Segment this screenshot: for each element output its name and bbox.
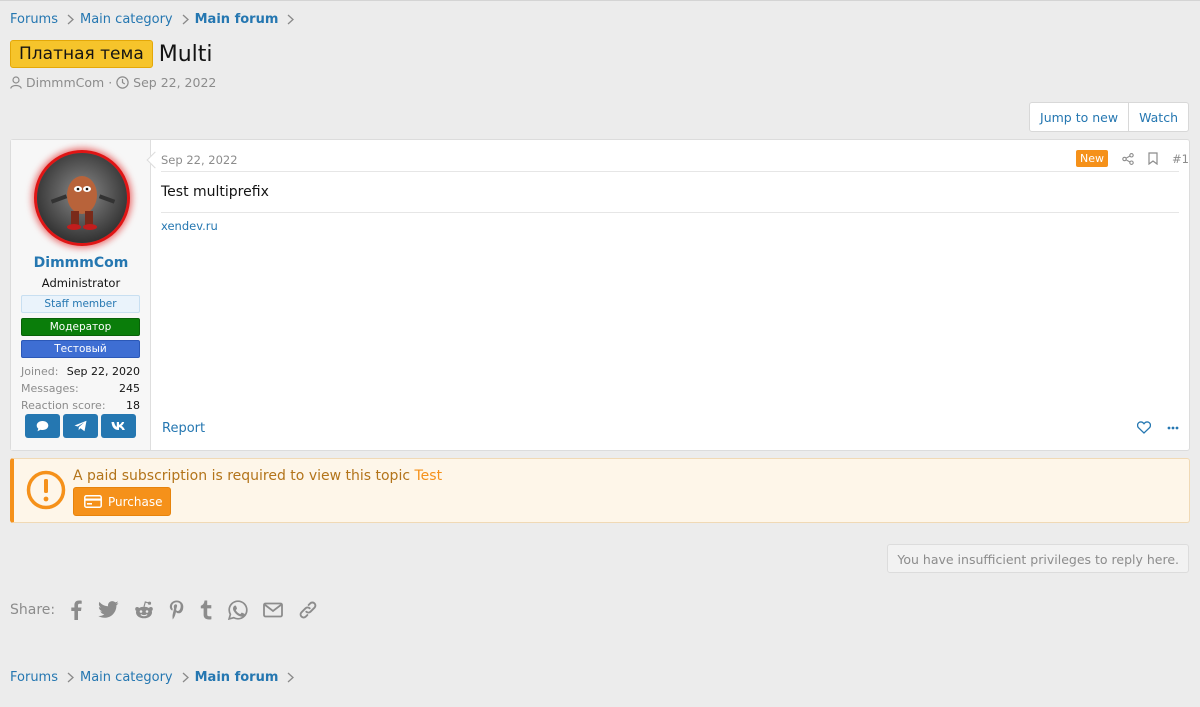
chevron-right-icon bbox=[287, 672, 295, 683]
telegram-button[interactable] bbox=[63, 414, 98, 438]
breadcrumb-main-category[interactable]: Main category bbox=[80, 12, 173, 27]
vk-icon bbox=[111, 421, 126, 431]
breadcrumb-main-category[interactable]: Main category bbox=[80, 670, 173, 685]
purchase-button[interactable]: Purchase bbox=[73, 487, 171, 516]
stat-joined: Joined: Sep 22, 2020 bbox=[21, 365, 140, 378]
clock-icon bbox=[116, 76, 133, 89]
breadcrumb-main-forum[interactable]: Main forum bbox=[195, 12, 279, 27]
new-badge: New bbox=[1076, 150, 1109, 167]
thread-title: Multi bbox=[158, 41, 213, 67]
post-footer-actions bbox=[1121, 421, 1179, 434]
notice-text: A paid subscription is required to view … bbox=[73, 468, 411, 484]
post-username[interactable]: DimmmCom bbox=[11, 255, 151, 271]
whatsapp-icon bbox=[228, 600, 248, 620]
breadcrumb: Forums Main category Main forum bbox=[10, 670, 300, 685]
stat-reaction-score: Reaction score: 18 bbox=[21, 399, 140, 412]
share-tumblr-button[interactable] bbox=[199, 600, 213, 620]
facebook-icon bbox=[69, 600, 83, 620]
stat-value: Sep 22, 2020 bbox=[66, 365, 140, 378]
vk-button[interactable] bbox=[101, 414, 136, 438]
chevron-right-icon bbox=[182, 14, 189, 25]
heart-icon bbox=[1137, 421, 1151, 434]
credit-card-icon bbox=[84, 495, 108, 508]
thread-meta: DimmmCom · Sep 22, 2022 bbox=[10, 75, 216, 90]
divider bbox=[161, 212, 1179, 213]
telegram-icon bbox=[74, 420, 87, 432]
bookmark-button[interactable] bbox=[1148, 152, 1158, 165]
breadcrumb-main-forum[interactable]: Main forum bbox=[195, 670, 279, 685]
bookmark-icon bbox=[1148, 152, 1158, 165]
top-border bbox=[0, 0, 1200, 1]
share-icon bbox=[1122, 152, 1134, 165]
pinterest-icon bbox=[169, 600, 184, 620]
report-link[interactable]: Report bbox=[162, 421, 205, 436]
notice-link[interactable]: Test bbox=[414, 468, 442, 484]
chevron-right-icon bbox=[182, 672, 189, 683]
post-header-actions: New #1 bbox=[1076, 150, 1189, 167]
chat-bubble-icon bbox=[36, 420, 49, 432]
staff-banner: Staff member bbox=[21, 295, 140, 313]
stat-value: 18 bbox=[126, 399, 140, 412]
link-icon bbox=[298, 600, 318, 620]
chevron-right-icon bbox=[67, 672, 74, 683]
share-whatsapp-button[interactable] bbox=[228, 600, 248, 620]
post-main: Sep 22, 2022 New #1 Test multiprefix xen… bbox=[161, 140, 1189, 450]
paid-subscription-notice: A paid subscription is required to view … bbox=[10, 458, 1190, 523]
test-banner: Тестовый bbox=[21, 340, 140, 358]
user-title: Administrator bbox=[41, 276, 121, 290]
share-facebook-button[interactable] bbox=[69, 600, 83, 620]
chevron-right-icon bbox=[287, 14, 295, 25]
tumblr-icon bbox=[199, 600, 213, 620]
breadcrumb-forums[interactable]: Forums bbox=[10, 670, 58, 685]
stat-label: Reaction score: bbox=[21, 399, 106, 412]
user-icon bbox=[10, 76, 26, 89]
breadcrumb-forums[interactable]: Forums bbox=[10, 12, 58, 27]
no-reply-message: You have insufficient privileges to repl… bbox=[887, 544, 1189, 573]
meta-separator: · bbox=[108, 75, 113, 90]
share-bar: Share: bbox=[10, 600, 333, 620]
share-label: Share: bbox=[10, 602, 56, 618]
reddit-icon bbox=[134, 601, 154, 619]
email-icon bbox=[263, 602, 284, 618]
thread-author-link[interactable]: DimmmCom bbox=[26, 75, 104, 90]
signature-link[interactable]: xendev.ru bbox=[161, 219, 218, 233]
stat-messages: Messages: 245 bbox=[21, 382, 140, 395]
avatar[interactable] bbox=[34, 150, 130, 246]
notice-message: A paid subscription is required to view … bbox=[73, 468, 442, 484]
user-contact-buttons bbox=[25, 414, 139, 438]
post: DimmmCom Administrator Staff member Моде… bbox=[10, 139, 1190, 451]
like-button[interactable] bbox=[1137, 421, 1151, 434]
post-date-link[interactable]: Sep 22, 2022 bbox=[161, 153, 238, 167]
thread-title-row: Платная тема Multi bbox=[10, 40, 213, 68]
moderator-banner: Модератор bbox=[21, 318, 140, 336]
ellipsis-icon bbox=[1167, 426, 1179, 430]
more-options-button[interactable] bbox=[1167, 426, 1179, 430]
post-number-link[interactable]: #1 bbox=[1172, 152, 1189, 166]
twitter-icon bbox=[98, 601, 119, 619]
share-pinterest-button[interactable] bbox=[169, 600, 184, 620]
post-user-column: DimmmCom Administrator Staff member Моде… bbox=[11, 140, 151, 450]
stat-label: Messages: bbox=[21, 382, 79, 395]
post-body: Test multiprefix bbox=[161, 184, 269, 200]
thread-action-buttons: Jump to new Watch bbox=[1029, 102, 1189, 132]
breadcrumb: Forums Main category Main forum bbox=[10, 12, 300, 27]
chevron-right-icon bbox=[67, 14, 74, 25]
share-post-button[interactable] bbox=[1122, 152, 1134, 165]
message-user-button[interactable] bbox=[25, 414, 60, 438]
jump-to-new-button[interactable]: Jump to new bbox=[1030, 103, 1128, 131]
thread-prefix-badge[interactable]: Платная тема bbox=[10, 40, 153, 68]
purchase-label: Purchase bbox=[108, 494, 163, 509]
share-twitter-button[interactable] bbox=[98, 601, 119, 619]
exclamation-circle-icon bbox=[26, 470, 66, 514]
watch-button[interactable]: Watch bbox=[1128, 103, 1188, 131]
share-email-button[interactable] bbox=[263, 602, 284, 618]
share-reddit-button[interactable] bbox=[134, 601, 154, 619]
share-link-button[interactable] bbox=[298, 600, 318, 620]
stat-label: Joined: bbox=[21, 365, 59, 378]
stat-value[interactable]: 245 bbox=[119, 382, 140, 395]
divider bbox=[161, 171, 1179, 172]
thread-date-link[interactable]: Sep 22, 2022 bbox=[133, 75, 216, 90]
